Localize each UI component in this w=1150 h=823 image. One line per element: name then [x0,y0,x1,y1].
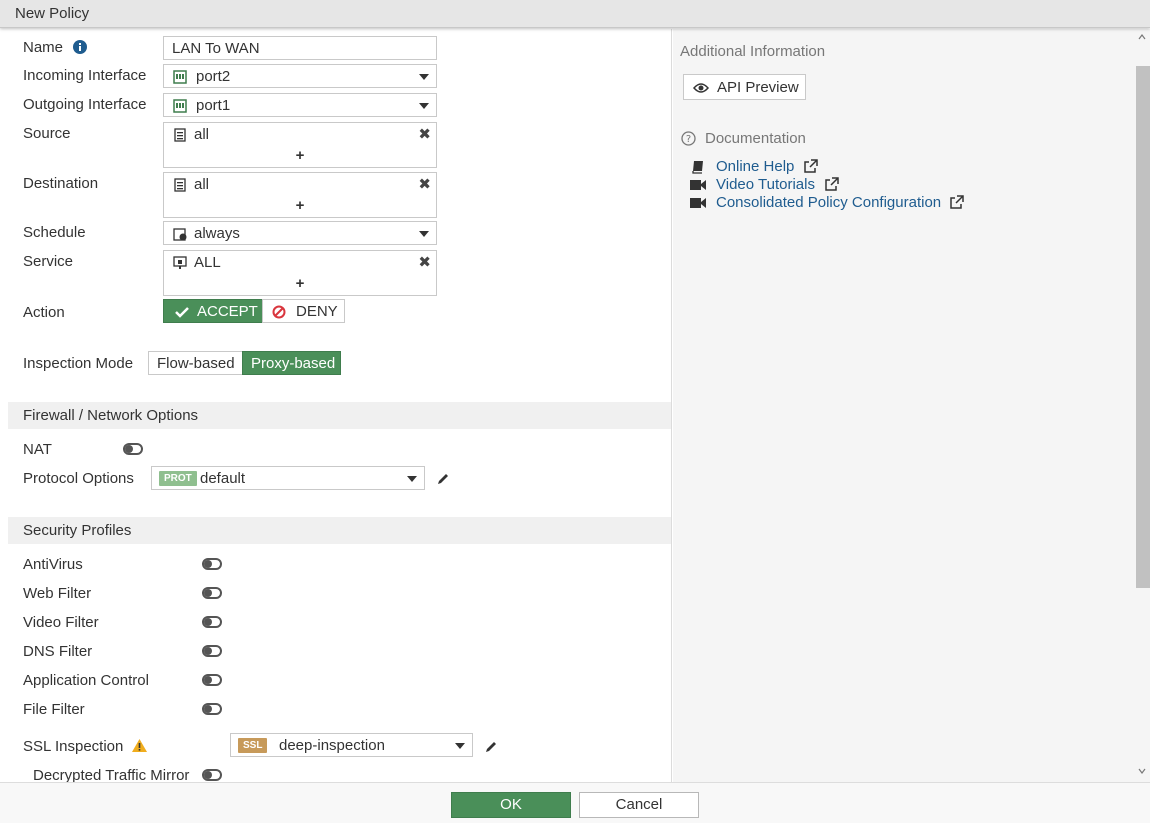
consolidated-policy-link[interactable]: Consolidated Policy Configuration [716,194,941,211]
schedule-select[interactable]: always [163,221,437,245]
chevron-down-icon [455,743,465,749]
schedule-label: Schedule [23,224,86,241]
book-icon [692,161,703,174]
proxy-based-option[interactable]: Proxy-based [242,351,341,375]
file-filter-label: File Filter [23,701,85,718]
service-icon [173,256,187,269]
dialog-footer: OK Cancel [0,782,1150,823]
policy-form: Name LAN To WAN Incoming Interface port2… [8,29,672,782]
window-titlebar: New Policy [0,0,1150,28]
video-filter-label: Video Filter [23,614,99,631]
deny-button[interactable]: DENY [262,299,345,323]
documentation-title: Documentation [705,130,806,147]
cancel-button[interactable]: Cancel [579,792,699,818]
chevron-down-icon[interactable] [1138,767,1146,775]
name-label: Name [23,38,88,56]
name-input[interactable]: LAN To WAN [163,36,437,60]
chevron-down-icon [419,74,429,80]
ssl-inspection-label: SSL Inspection [23,738,147,755]
video-icon [690,198,706,208]
scrollbar-thumb[interactable] [1136,66,1150,588]
external-link-icon[interactable] [824,177,839,192]
eye-icon [693,83,709,93]
port-icon [173,70,187,84]
svg-text:?: ? [686,134,691,145]
remove-icon[interactable]: ✖ [418,175,431,193]
inspection-mode-label: Inspection Mode [23,355,134,372]
outgoing-interface-label: Outgoing Interface [23,96,147,113]
protocol-options-select[interactable]: PROT default [151,466,425,490]
destination-multiselect[interactable]: all ✖ + [163,172,437,218]
chevron-up-icon[interactable] [1138,33,1146,41]
service-multiselect[interactable]: ALL ✖ + [163,250,437,296]
window-title: New Policy [15,5,90,22]
prot-badge: PROT [159,471,197,486]
antivirus-toggle[interactable] [202,558,222,570]
external-link-icon[interactable] [803,159,818,174]
pencil-icon[interactable] [484,740,498,754]
address-icon [174,128,186,142]
dns-filter-label: DNS Filter [23,643,93,660]
api-preview-button[interactable]: API Preview [683,74,806,100]
ssl-badge: SSL [238,738,268,753]
nat-toggle[interactable] [123,443,143,455]
decrypted-traffic-mirror-toggle[interactable] [202,769,222,781]
schedule-icon [173,228,187,241]
source-multiselect[interactable]: all ✖ + [163,122,437,168]
web-filter-label: Web Filter [23,585,92,602]
chevron-down-icon [419,231,429,237]
file-filter-toggle[interactable] [202,703,222,715]
source-label: Source [23,125,71,142]
nat-label: NAT [23,441,52,458]
address-icon [174,178,186,192]
web-filter-toggle[interactable] [202,587,222,599]
accept-button[interactable]: ACCEPT [163,299,263,323]
port-icon [173,99,187,113]
destination-label: Destination [23,175,99,192]
add-icon[interactable]: + [164,275,436,292]
checkmark-icon [175,307,189,318]
video-icon [690,180,706,190]
chevron-down-icon [419,103,429,109]
outgoing-interface-select[interactable]: port1 [163,93,437,117]
external-link-icon[interactable] [949,195,964,210]
ok-button[interactable]: OK [451,792,571,818]
scrollbar[interactable] [1134,29,1150,782]
flow-based-option[interactable]: Flow-based [148,351,243,375]
remove-icon[interactable]: ✖ [418,125,431,143]
application-control-toggle[interactable] [202,674,222,686]
application-control-label: Application Control [23,672,149,689]
service-label: Service [23,253,74,270]
video-filter-toggle[interactable] [202,616,222,628]
video-tutorials-link[interactable]: Video Tutorials [716,176,815,193]
info-icon[interactable] [73,40,88,54]
firewall-network-options-header: Firewall / Network Options [8,402,671,429]
pencil-icon[interactable] [436,472,450,486]
remove-icon[interactable]: ✖ [418,253,431,271]
ssl-inspection-select[interactable]: SSL deep-inspection [230,733,473,757]
incoming-interface-label: Incoming Interface [23,67,147,84]
protocol-options-label: Protocol Options [23,470,134,487]
online-help-link[interactable]: Online Help [716,158,794,175]
incoming-interface-select[interactable]: port2 [163,64,437,88]
security-profiles-header: Security Profiles [8,517,671,544]
antivirus-label: AntiVirus [23,556,83,573]
help-circle-icon: ? [681,131,696,146]
dns-filter-toggle[interactable] [202,645,222,657]
action-label: Action [23,304,65,321]
warning-icon [131,739,147,752]
info-panel: Additional Information API Preview ? Doc… [673,29,1150,782]
chevron-down-icon [407,476,417,482]
add-icon[interactable]: + [164,147,436,164]
decrypted-traffic-mirror-label: Decrypted Traffic Mirror [33,767,190,782]
additional-info-title: Additional Information [680,43,826,60]
block-icon [272,305,286,319]
add-icon[interactable]: + [164,197,436,214]
